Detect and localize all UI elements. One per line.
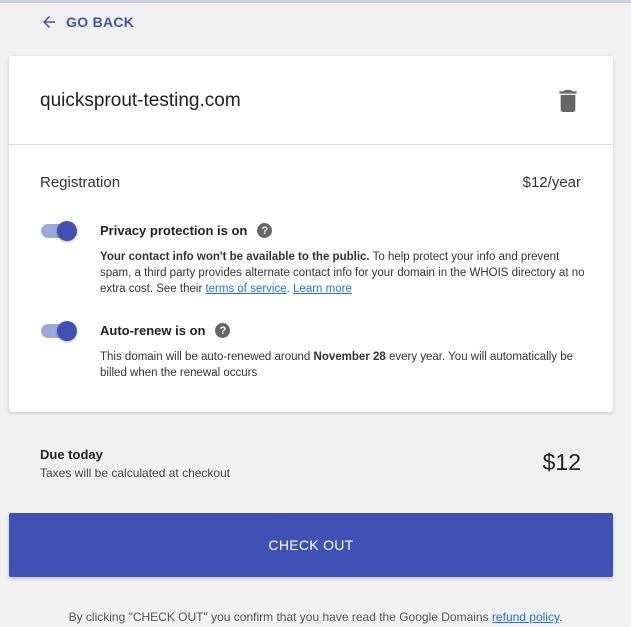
privacy-toggle-thumb: [57, 221, 77, 241]
trash-icon[interactable]: [559, 90, 577, 112]
domain-card-header: quicksprout-testing.com: [9, 56, 613, 145]
due-today-label: Due today: [40, 447, 103, 462]
help-circle-icon[interactable]: ?: [257, 223, 273, 238]
go-back-link[interactable]: GO BACK: [40, 12, 134, 32]
registration-label: Registration: [40, 174, 121, 191]
autorenew-toggle[interactable]: [41, 321, 77, 341]
registration-price: $12/year: [522, 174, 581, 191]
help-circle-icon[interactable]: ?: [215, 323, 231, 338]
footer-text: By clicking "CHECK OUT" you confirm that…: [68, 610, 492, 624]
checkout-button[interactable]: CHECK OUT: [9, 513, 613, 577]
autorenew-title: Auto-renew is on: [100, 323, 206, 338]
privacy-toggle[interactable]: [41, 221, 77, 241]
footer-end: .: [559, 610, 563, 624]
learn-more-link[interactable]: Learn more: [293, 283, 352, 295]
autorenew-date: November 28: [313, 351, 386, 363]
domain-card: quicksprout-testing.com Registration $12…: [9, 56, 613, 412]
autorenew-description: This domain will be auto-renewed around …: [100, 349, 585, 381]
go-back-label: GO BACK: [66, 14, 135, 30]
top-divider: [0, 0, 631, 3]
autorenew-title-row: Auto-renew is on ?: [100, 323, 231, 338]
privacy-description: Your contact info won't be available to …: [100, 249, 585, 297]
privacy-desc-bold: Your contact info won't be available to …: [100, 251, 370, 263]
autorenew-toggle-thumb: [57, 321, 77, 341]
privacy-title-row: Privacy protection is on ?: [100, 223, 273, 238]
due-amount: $12: [542, 449, 581, 475]
autorenew-desc-pre: This domain will be auto-renewed around: [100, 351, 314, 363]
domain-name: quicksprout-testing.com: [40, 90, 241, 111]
privacy-title: Privacy protection is on: [100, 223, 248, 238]
tax-note: Taxes will be calculated at checkout: [40, 466, 231, 480]
footer-disclaimer: By clicking "CHECK OUT" you confirm that…: [0, 610, 631, 624]
arrow-left-icon: [43, 16, 55, 28]
refund-policy-link[interactable]: refund policy: [492, 610, 559, 624]
terms-of-service-link[interactable]: terms of service: [205, 283, 286, 295]
